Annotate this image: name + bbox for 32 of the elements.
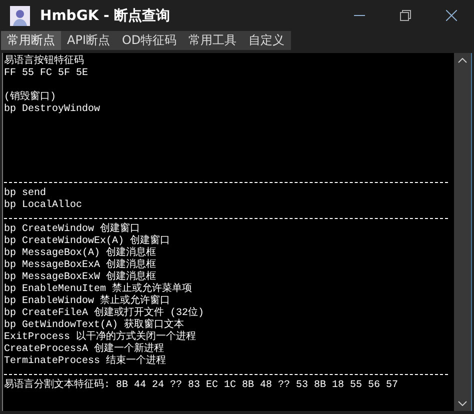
tab[interactable]: 常用工具	[182, 31, 243, 50]
code-line: bp EnableMenuItem 禁止或允许菜单项	[4, 284, 192, 295]
tab[interactable]: 常用断点	[1, 31, 61, 50]
code-line: bp GetWindowText(A) 获取窗口文本	[4, 320, 184, 331]
code-line: TerminateProcess 结束一个进程	[4, 356, 166, 368]
scrollbar[interactable]	[454, 53, 472, 411]
minimize-icon[interactable]	[354, 14, 364, 16]
code-line: bp MessageBox(A) 创建消息框	[4, 248, 156, 259]
code-line: (销毁窗口)	[4, 92, 56, 104]
code-line: bp CreateWindowEx(A) 创建窗口	[4, 236, 170, 247]
code-line: 易语言分割文本特征码: 8B 44 24 ?? 83 EC 1C 8B 48 ?? 53 8B 18 55 56 57	[4, 380, 398, 392]
code-line: FF 55 FC 5F 5E	[4, 68, 88, 80]
scroll-up-icon[interactable]	[458, 58, 467, 63]
window-title: HmbGK - 断点查询	[40, 6, 172, 24]
tab[interactable]: API断点	[61, 31, 116, 50]
close-icon[interactable]	[446, 10, 456, 21]
restore-icon[interactable]	[400, 10, 410, 21]
code-line: bp MessageBoxExA 创建消息框	[4, 260, 156, 271]
code-line: bp CreateWindow 创建窗口	[4, 224, 140, 235]
code-line: bp send	[4, 188, 46, 200]
code-line: bp MessageBoxExW 创建消息框	[4, 272, 156, 283]
code-line: ExitProcess 以干净的方式关闭一个进程	[4, 332, 196, 343]
code-line: bp EnableWindow 禁止或允许窗口	[4, 296, 170, 307]
tab[interactable]: 自定义	[242, 31, 291, 50]
tab[interactable]: OD特征码	[116, 31, 183, 50]
code-line: CreateProcessA 创建一个新进程	[4, 344, 164, 355]
code-line: 易语言按钮特征码	[4, 56, 84, 68]
scroll-down-icon[interactable]	[458, 401, 467, 406]
code-line: bp LocalAlloc	[4, 200, 82, 212]
code-line: bp DestroyWindow	[4, 104, 100, 116]
code-line: bp CreateFileA 创建或打开文件 (32位)	[4, 308, 204, 319]
avatar-icon	[10, 6, 30, 26]
